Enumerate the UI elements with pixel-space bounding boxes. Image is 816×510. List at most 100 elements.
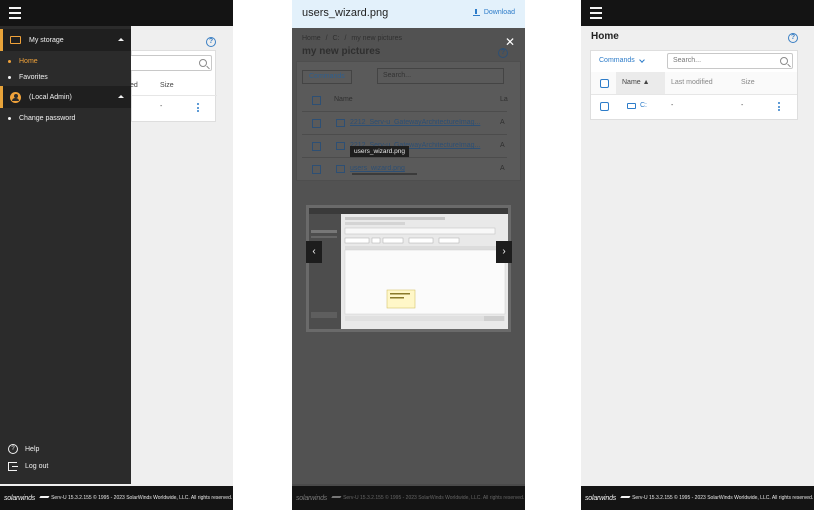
chevron-down-icon: [638, 56, 645, 63]
solarwinds-logo: solarwinds: [296, 494, 328, 502]
image-preview: [306, 205, 511, 332]
download-icon: [472, 9, 480, 16]
folder-icon: [10, 36, 21, 44]
row-checkbox[interactable]: [600, 102, 609, 111]
breadcrumb-separator: /: [325, 35, 328, 42]
nav-item-label: Change password: [19, 114, 76, 122]
navigation-drawer: My storage Home Favorites (Local Admin) …: [0, 26, 131, 484]
page-title: Home: [591, 31, 619, 42]
top-bar: [581, 0, 814, 26]
file-list-card: Commands Search... Name ▲ Last modified …: [590, 50, 798, 120]
file-link[interactable]: users_wizard.png: [350, 165, 490, 172]
nav-item-help[interactable]: ? Help: [8, 442, 118, 456]
column-header-name[interactable]: Name: [334, 96, 353, 103]
commands-button[interactable]: Commands: [599, 56, 645, 64]
table-row[interactable]: 2212_Serv-u_GatewayArchitectureImag... A: [302, 111, 507, 134]
nav-item-label: Log out: [25, 462, 49, 470]
file-link[interactable]: 2212_Serv-u_GatewayArchitectureImag...: [350, 119, 490, 126]
column-header-modified[interactable]: ed: [130, 82, 138, 89]
divider: [132, 95, 217, 96]
phone-screen-home: Home ? Commands Search... Name ▲ Last mo…: [581, 0, 814, 510]
help-icon[interactable]: ?: [498, 48, 508, 58]
help-icon: ?: [8, 444, 18, 454]
screenshot-thumbnail: [309, 208, 508, 329]
drive-icon: [627, 103, 636, 109]
search-input[interactable]: Search...: [377, 68, 504, 84]
column-header-last-modified[interactable]: La: [500, 96, 508, 103]
column-header-last-modified[interactable]: Last modified: [671, 79, 713, 86]
viewer-title: users_wizard.png: [302, 7, 389, 19]
select-all-checkbox[interactable]: [312, 96, 321, 105]
previous-image-button[interactable]: ‹: [306, 241, 322, 263]
close-icon[interactable]: ✕: [505, 35, 515, 49]
breadcrumb-drive[interactable]: C:: [333, 35, 340, 42]
background-content: ? ed Size -: [128, 26, 233, 484]
nav-group-label: My storage: [29, 36, 64, 44]
search-icon: [780, 57, 788, 65]
row-checkbox[interactable]: [312, 119, 321, 128]
drive-link[interactable]: C:: [640, 102, 647, 109]
footer: solarwinds Serv-U 15.3.2.155 © 1995 - 20…: [581, 486, 814, 510]
menu-icon[interactable]: [590, 7, 602, 19]
image-file-icon: [336, 119, 345, 127]
row-checkbox[interactable]: [312, 142, 321, 151]
phone-screen-drawer: ? ed Size - My storage Home Favorites (L…: [0, 0, 233, 510]
menu-icon[interactable]: [9, 7, 21, 19]
row-menu-icon[interactable]: [197, 103, 199, 112]
row-modified: A: [500, 142, 505, 149]
commands-button[interactable]: Commands: [302, 70, 352, 84]
filename-tooltip: users_wizard.png: [350, 146, 409, 157]
search-icon: [199, 59, 207, 67]
table-row[interactable]: C: - -: [591, 95, 797, 119]
row-modified: A: [500, 119, 505, 126]
nav-item-logout[interactable]: Log out: [8, 459, 118, 473]
image-file-icon: [336, 142, 345, 150]
table-header-row: Name ▲ Last modified Size: [591, 72, 797, 94]
caret-up-icon: [118, 38, 124, 41]
copyright-text: Serv-U 15.3.2.155 © 1995 - 2023 SolarWin…: [632, 495, 814, 501]
row-checkbox[interactable]: [312, 165, 321, 174]
select-all-checkbox[interactable]: [600, 79, 609, 88]
row-size: -: [741, 102, 744, 109]
help-icon[interactable]: ?: [206, 37, 216, 47]
column-header-size[interactable]: Size: [741, 79, 755, 86]
download-button[interactable]: Download: [472, 9, 515, 16]
search-placeholder: Search...: [673, 57, 702, 64]
commands-label: Commands: [599, 57, 635, 64]
next-image-button[interactable]: ›: [496, 241, 512, 263]
search-input[interactable]: [128, 55, 212, 71]
nav-item-label: Favorites: [19, 73, 48, 81]
footer: solarwinds Serv-U 15.3.2.155 © 1995 - 20…: [0, 486, 233, 510]
nav-item-label: Home: [19, 57, 38, 65]
download-label: Download: [483, 9, 515, 16]
search-input[interactable]: Search...: [667, 53, 793, 69]
nav-item-label: Help: [25, 445, 40, 453]
nav-item-home[interactable]: Home: [0, 53, 131, 69]
nav-group-my-storage[interactable]: My storage: [0, 29, 131, 51]
top-bar: [0, 0, 233, 26]
image-file-icon: [336, 165, 345, 173]
solarwinds-bird-icon: [37, 495, 50, 501]
row-menu-icon[interactable]: [778, 102, 780, 111]
row-size: -: [160, 103, 163, 110]
nav-item-favorites[interactable]: Favorites: [0, 69, 131, 85]
table-row[interactable]: users_wizard.png A: [302, 157, 507, 180]
table-header-row: Name La: [302, 89, 508, 112]
bullet-icon: [8, 59, 11, 63]
horizontal-scrollbar[interactable]: [352, 173, 417, 175]
column-header-name[interactable]: Name ▲: [622, 79, 650, 86]
copyright-text: Serv-U 15.3.2.155 © 1995 - 2023 SolarWin…: [343, 495, 525, 501]
column-header-size[interactable]: Size: [160, 82, 174, 89]
nav-group-label: (Local Admin): [29, 93, 72, 101]
search-placeholder: Search...: [383, 72, 412, 79]
folder-title: my new pictures: [302, 46, 381, 57]
breadcrumb-home[interactable]: Home: [302, 35, 321, 42]
breadcrumb: Home / C: / my new pictures: [302, 35, 402, 42]
file-list-card: ed Size -: [128, 50, 217, 122]
help-icon[interactable]: ?: [788, 33, 798, 43]
bullet-icon: [8, 75, 11, 79]
breadcrumb-folder: my new pictures: [351, 35, 402, 42]
nav-item-change-password[interactable]: Change password: [0, 110, 131, 126]
nav-group-user[interactable]: (Local Admin): [0, 86, 131, 108]
row-modified: A: [500, 165, 505, 172]
